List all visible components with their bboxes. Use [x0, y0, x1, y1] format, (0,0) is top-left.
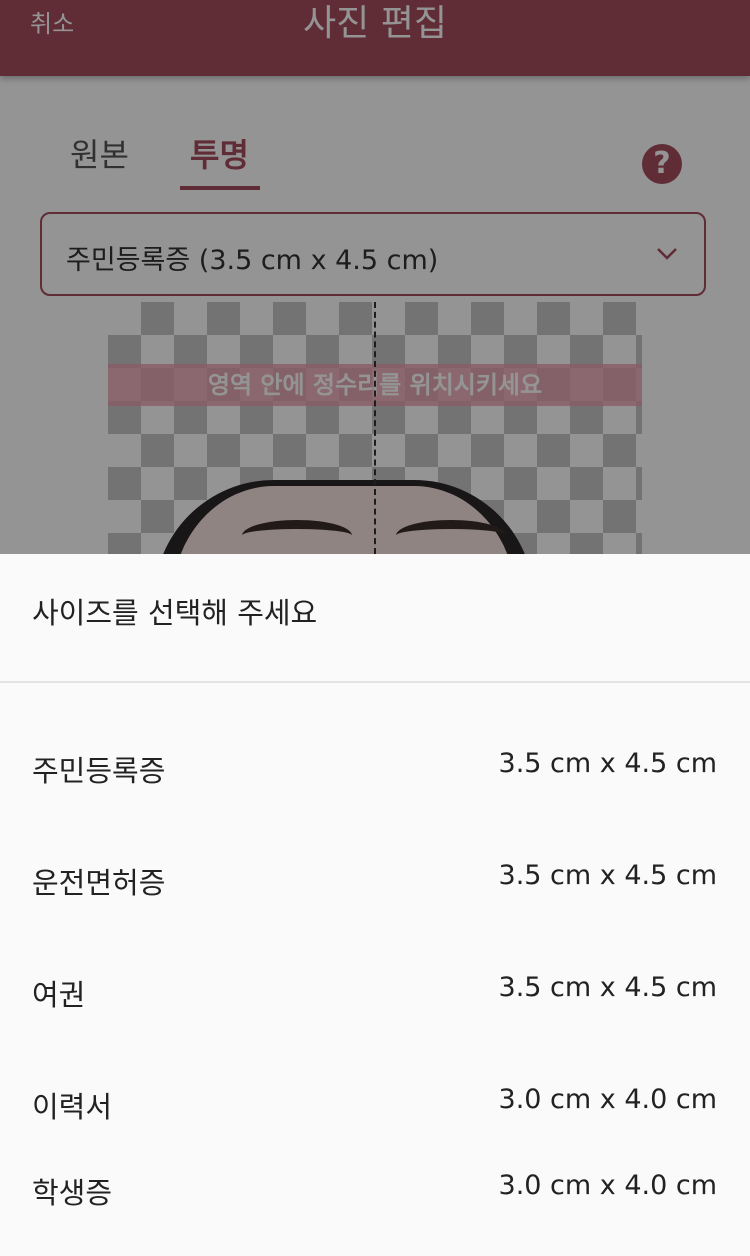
modal-scrim[interactable]	[0, 0, 750, 554]
size-option-driver-license[interactable]: 운전면허증 3.5 cm x 4.5 cm	[0, 834, 750, 946]
size-bottom-sheet: 사이즈를 선택해 주세요 주민등록증 3.5 cm x 4.5 cm 운전면허증…	[0, 554, 750, 1256]
size-option-student-id[interactable]: 학생증 3.0 cm x 4.0 cm	[0, 1144, 750, 1256]
option-name: 운전면허증	[32, 866, 166, 900]
size-option-resident-card[interactable]: 주민등록증 3.5 cm x 4.5 cm	[0, 722, 750, 834]
size-option-passport[interactable]: 여권 3.5 cm x 4.5 cm	[0, 946, 750, 1058]
option-size: 3.5 cm x 4.5 cm	[498, 860, 717, 891]
option-name: 여권	[32, 978, 86, 1012]
option-size: 3.0 cm x 4.0 cm	[498, 1170, 717, 1201]
option-name: 주민등록증	[32, 754, 166, 788]
option-name: 이력서	[32, 1090, 113, 1124]
option-name: 학생증	[32, 1176, 113, 1210]
option-size: 3.5 cm x 4.5 cm	[498, 972, 717, 1003]
sheet-title: 사이즈를 선택해 주세요	[32, 596, 318, 630]
sheet-divider	[0, 681, 750, 683]
option-size: 3.5 cm x 4.5 cm	[498, 748, 717, 779]
option-size: 3.0 cm x 4.0 cm	[498, 1084, 717, 1115]
